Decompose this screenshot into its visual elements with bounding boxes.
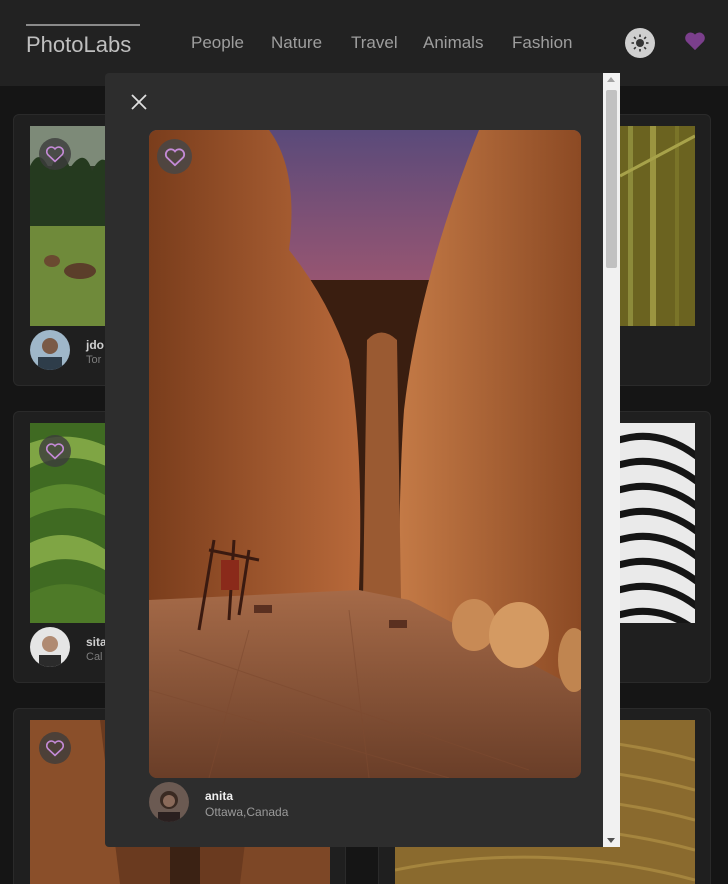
- avatar: [30, 627, 70, 667]
- scrollbar-thumb[interactable]: [606, 90, 617, 268]
- photo-username: anita: [205, 789, 234, 803]
- modal-scrollbar[interactable]: [603, 73, 620, 847]
- favorite-button[interactable]: [39, 138, 71, 170]
- photo-thumbnail[interactable]: [620, 126, 695, 326]
- nav-item-fashion[interactable]: Fashion: [512, 33, 572, 53]
- app-logo[interactable]: PhotoLabs: [26, 24, 140, 58]
- scroll-up-arrow-icon[interactable]: [607, 77, 615, 82]
- favorites-heart-icon[interactable]: [684, 31, 706, 51]
- heart-outline-icon: [45, 443, 65, 460]
- card-username: jdo: [86, 338, 104, 352]
- avatar: [149, 782, 189, 822]
- card-location: Tor: [86, 354, 102, 366]
- photo-thumbnail[interactable]: [620, 423, 695, 623]
- selected-photo: [149, 130, 581, 778]
- heart-outline-icon: [45, 146, 65, 163]
- nav-item-people[interactable]: People: [191, 33, 244, 53]
- scroll-down-arrow-icon[interactable]: [607, 838, 615, 843]
- card-username: sita: [86, 635, 107, 649]
- avatar: [30, 330, 70, 370]
- heart-outline-icon: [45, 740, 65, 757]
- nav-item-travel[interactable]: Travel: [351, 33, 398, 53]
- favorite-button[interactable]: [157, 139, 192, 174]
- card-location: Cal: [86, 651, 103, 663]
- sun-icon: [631, 34, 649, 52]
- theme-toggle-button[interactable]: [625, 28, 655, 58]
- favorite-button[interactable]: [39, 435, 71, 467]
- nav-item-nature[interactable]: Nature: [271, 33, 322, 53]
- nav-item-animals[interactable]: Animals: [423, 33, 483, 53]
- photo-location: Ottawa,Canada: [205, 805, 289, 819]
- heart-outline-icon: [164, 147, 185, 166]
- favorite-button[interactable]: [39, 732, 71, 764]
- close-icon[interactable]: [130, 93, 148, 111]
